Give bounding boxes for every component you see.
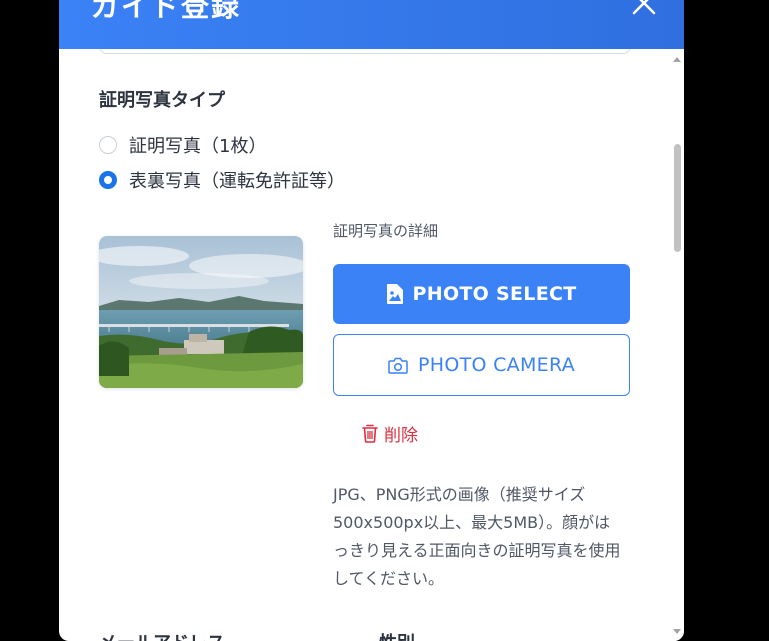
radio-option-front-back-photo[interactable]: 表裏写真（運転免許証等）: [99, 168, 345, 192]
modal-header: ガイド登録: [59, 0, 684, 49]
email-label: メールアドレス: [99, 629, 225, 641]
photo-detail-label: 証明写真の詳細: [333, 222, 439, 240]
radio-label: 表裏写真（運転免許証等）: [129, 171, 345, 192]
gender-label: 性別: [379, 629, 415, 641]
trash-icon: [362, 424, 378, 443]
delete-label: 削除: [384, 425, 418, 446]
photo-help-text: JPG、PNG形式の画像（推奨サイズ500x500px以上、最大5MB）。顔がは…: [333, 485, 621, 588]
close-icon[interactable]: [631, 0, 657, 16]
modal-title: ガイド登録: [91, 0, 242, 23]
photo-preview-image: [99, 236, 303, 388]
delete-photo-button[interactable]: 削除: [362, 421, 418, 446]
photo-select-button[interactable]: PHOTO SELECT: [333, 264, 630, 324]
scroll-thumb[interactable]: [674, 144, 681, 252]
photo-camera-label: PHOTO CAMERA: [418, 354, 575, 376]
image-file-icon: [386, 284, 403, 304]
photo-camera-button[interactable]: PHOTO CAMERA: [333, 334, 630, 396]
scroll-down-arrow[interactable]: [673, 629, 681, 634]
camera-icon: [388, 357, 408, 374]
photo-type-title: 証明写真タイプ: [99, 90, 225, 111]
guide-registration-modal: ガイド登録 証明写真タイプ 証明写真（1枚） 表裏写真（運転免許証等） 証明写真…: [59, 0, 684, 641]
radio-label: 証明写真（1枚）: [129, 136, 267, 157]
photo-select-label: PHOTO SELECT: [412, 283, 577, 305]
radio-button-unchecked[interactable]: [99, 136, 117, 154]
modal-body[interactable]: 証明写真タイプ 証明写真（1枚） 表裏写真（運転免許証等） 証明写真の詳細 PH…: [59, 49, 671, 641]
previous-input-field[interactable]: [99, 49, 631, 54]
radio-option-single-photo[interactable]: 証明写真（1枚）: [99, 133, 266, 157]
radio-button-checked[interactable]: [99, 171, 117, 189]
scroll-up-arrow[interactable]: [673, 57, 681, 62]
vertical-scrollbar[interactable]: [671, 49, 684, 641]
